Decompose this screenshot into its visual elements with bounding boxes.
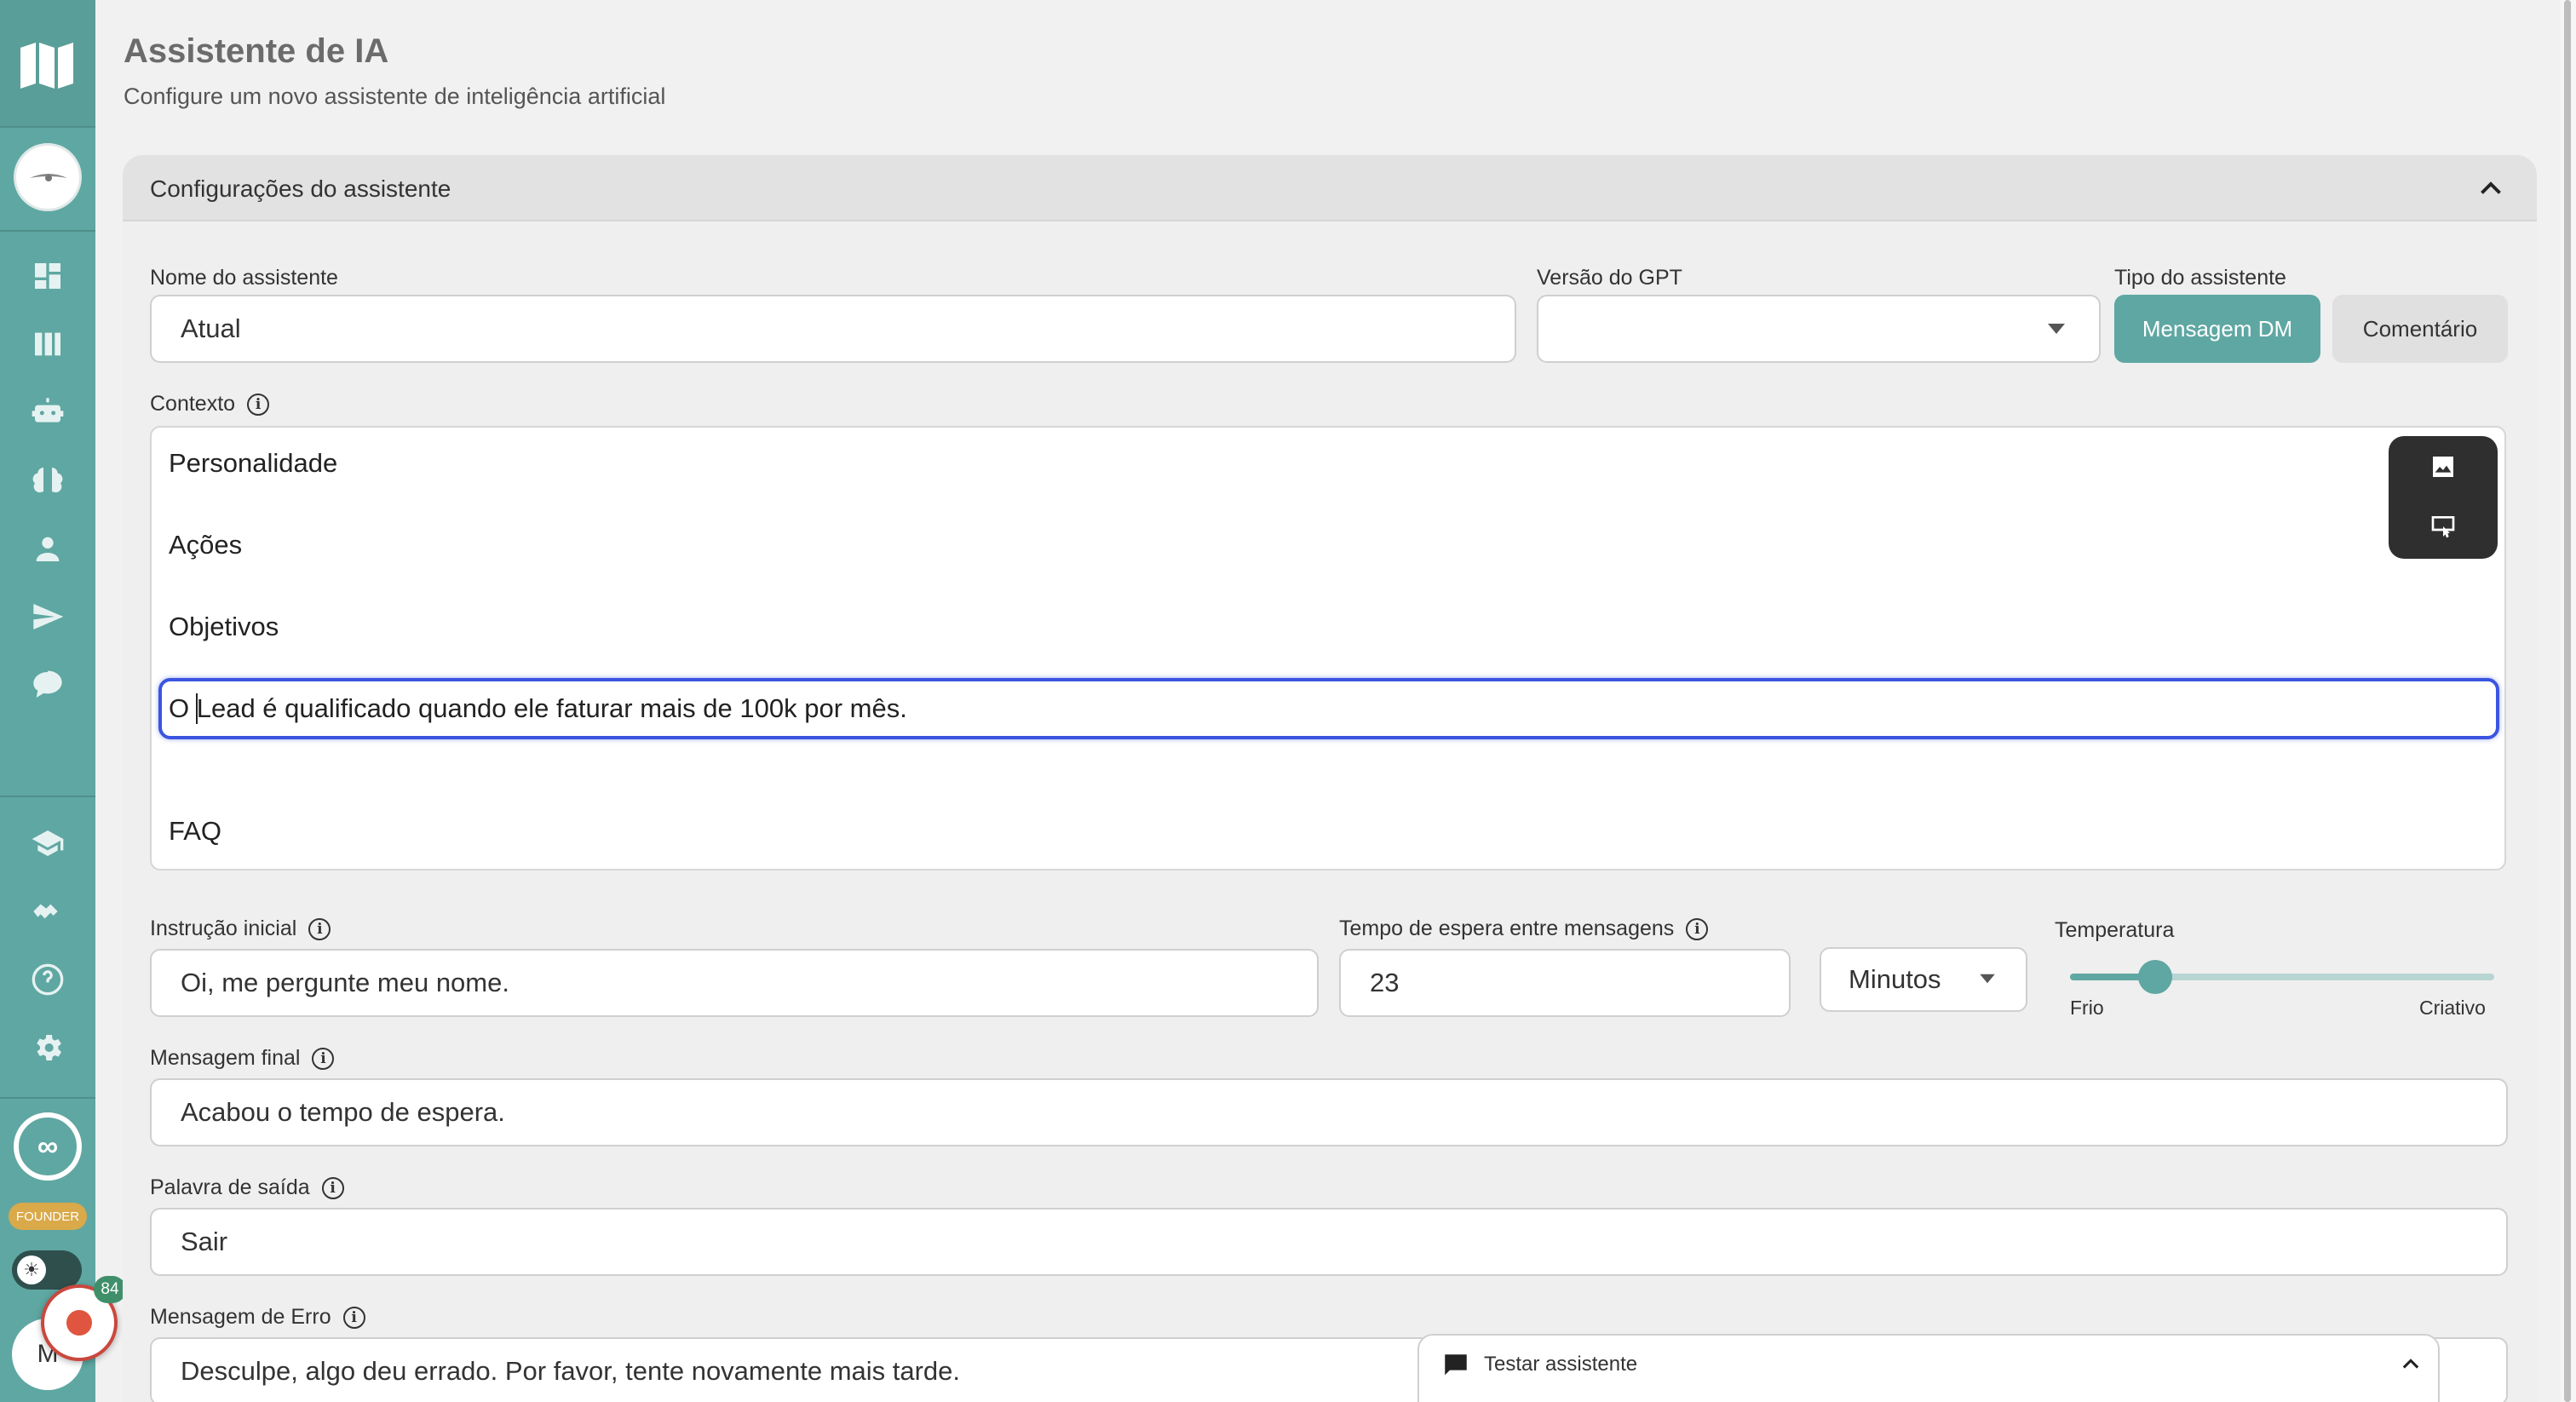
accordion-header[interactable] <box>123 155 2537 221</box>
exit-word-input[interactable]: Sair <box>150 1208 2508 1276</box>
test-assistant-label: Testar assistente <box>1484 1353 1638 1376</box>
chevron-up-icon[interactable] <box>2475 174 2506 204</box>
editor-floating-toolbar <box>2389 436 2498 559</box>
context-line-lead[interactable]: O Lead é qualificado quando ele faturar … <box>169 693 907 724</box>
context-label: Contexto i <box>150 392 270 417</box>
caret-down-icon <box>2048 324 2065 334</box>
wait-time-label: Tempo de espera entre mensagens i <box>1339 916 1709 941</box>
user-icon[interactable] <box>27 528 68 569</box>
embed-icon[interactable] <box>2429 513 2457 540</box>
context-line-actions[interactable]: Ações <box>169 530 242 560</box>
sidebar-header <box>0 0 95 128</box>
initial-info-icon[interactable]: i <box>308 918 331 941</box>
initial-instruction-label: Instrução inicial i <box>150 916 331 941</box>
final-message-input[interactable]: Acabou o tempo de espera. <box>150 1078 2508 1146</box>
context-line-faq[interactable]: FAQ <box>169 816 221 847</box>
help-icon[interactable] <box>27 959 68 1000</box>
error-info-icon[interactable]: i <box>342 1307 365 1330</box>
initial-instruction-input[interactable]: Oi, me pergunte meu nome. <box>150 949 1319 1017</box>
theme-toggle[interactable]: ☀ <box>12 1250 82 1290</box>
chat-icon[interactable] <box>27 664 68 705</box>
assistant-type-label: Tipo do assistente <box>2114 266 2286 290</box>
unit-caret-down-icon <box>1980 974 1995 984</box>
sun-icon: ☀ <box>17 1255 46 1284</box>
temperature-label: Temperatura <box>2055 918 2175 942</box>
gpt-version-select[interactable] <box>1537 295 2101 363</box>
handshake-icon[interactable] <box>27 891 68 932</box>
brain-icon[interactable] <box>27 460 68 501</box>
bird-logo-icon <box>30 174 67 181</box>
type-dm-button[interactable]: Mensagem DM <box>2114 295 2320 363</box>
dashboard-icon[interactable] <box>27 256 68 296</box>
assistant-name-label: Nome do assistente <box>150 266 338 290</box>
context-info-icon[interactable]: i <box>247 394 270 417</box>
wait-time-input[interactable]: 23 <box>1339 949 1791 1017</box>
temperature-slider-thumb[interactable] <box>2137 960 2172 994</box>
record-dot-icon <box>66 1310 92 1336</box>
send-icon[interactable] <box>27 596 68 637</box>
page-title: Assistente de IA <box>124 32 389 70</box>
exit-word-label: Palavra de saída i <box>150 1175 344 1200</box>
scrollbar-thumb[interactable] <box>2564 0 2571 1402</box>
notification-count-badge: 84 <box>94 1276 126 1303</box>
graduation-icon[interactable] <box>27 823 68 864</box>
gpt-version-label: Versão do GPT <box>1537 266 1682 290</box>
temperature-min-label: Frio <box>2070 997 2104 1019</box>
final-message-label: Mensagem final i <box>150 1046 335 1071</box>
final-info-icon[interactable]: i <box>312 1048 335 1071</box>
founder-badge: FOUNDER <box>9 1203 87 1230</box>
page-subtitle: Configure um novo assistente de inteligê… <box>124 83 666 109</box>
context-editor[interactable] <box>150 426 2506 871</box>
temperature-max-label: Criativo <box>2419 997 2486 1019</box>
image-icon[interactable] <box>2429 453 2457 480</box>
sidebar: ∞ FOUNDER ☀ M <box>0 0 95 1402</box>
accordion-title: Configurações do assistente <box>150 175 451 202</box>
type-comment-button[interactable]: Comentário <box>2332 295 2508 363</box>
assistant-name-input[interactable]: Atual <box>150 295 1516 363</box>
text-cursor <box>196 693 198 724</box>
settings-gear-icon[interactable] <box>27 1027 68 1068</box>
test-assistant-panel[interactable]: Testar assistente <box>1417 1334 2440 1402</box>
infinity-plan-icon[interactable]: ∞ <box>14 1112 82 1181</box>
context-line-objectives[interactable]: Objetivos <box>169 612 279 642</box>
map-logo-icon[interactable] <box>19 41 75 90</box>
exit-info-icon[interactable]: i <box>321 1177 344 1200</box>
workspace-avatar[interactable] <box>14 143 82 211</box>
context-line-personality[interactable]: Personalidade <box>169 448 337 479</box>
error-message-label: Mensagem de Erro i <box>150 1305 365 1330</box>
kanban-icon[interactable] <box>27 324 68 365</box>
robot-icon[interactable] <box>27 392 68 433</box>
wait-info-icon[interactable]: i <box>1686 918 1709 941</box>
chat-bubble-icon <box>1445 1354 1467 1376</box>
panel-chevron-up-icon[interactable] <box>2399 1353 2423 1376</box>
